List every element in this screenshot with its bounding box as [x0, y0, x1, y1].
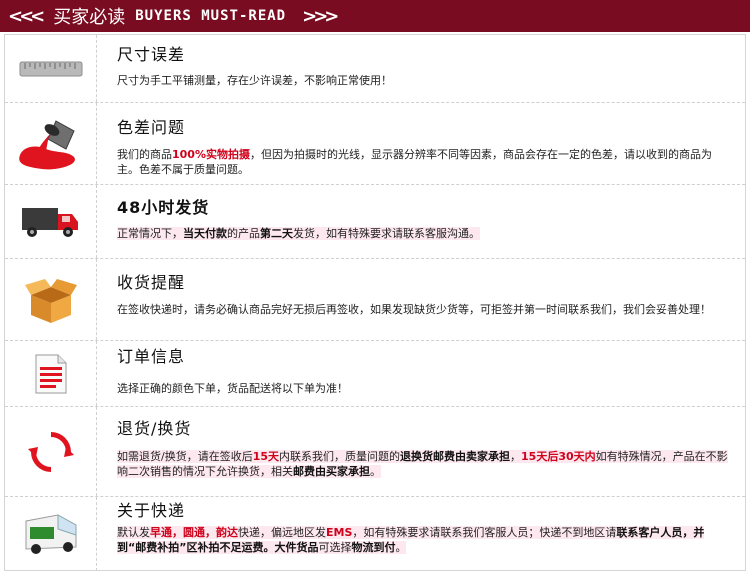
highlight-courier-companies: 早通，圆通，韵达 [150, 526, 238, 539]
highlight-buyer-pays: 邮费由买家承担 [293, 465, 370, 478]
text-segment: 快递，偏远地区发 [238, 526, 326, 539]
highlight-15-days: 15天 [252, 450, 280, 463]
delivery-truck-icon [21, 207, 78, 237]
icon-cell [5, 341, 97, 406]
text-segment: ， [510, 450, 522, 463]
header-banner: <<< 买家必读 BUYERS MUST-READ >>> [0, 0, 750, 32]
highlight-next-day: 第二天 [260, 227, 293, 240]
section-title: 订单信息 [117, 347, 186, 366]
section-title: 尺寸误差 [117, 45, 186, 64]
double-chevron-right-icon: >>> [302, 5, 339, 27]
section-content: 色差问题 我们的商品100%实物拍摄，但因为拍摄时的光线，显示器分辨率不同等因素… [117, 103, 731, 177]
highlight-real-photo: 100%实物拍摄 [172, 148, 250, 161]
text-segment: 。 [395, 541, 407, 554]
banner-subtitle: BUYERS MUST-READ [135, 8, 287, 24]
ruler-icon [19, 61, 82, 76]
icon-cell [5, 35, 97, 102]
banner-title: 买家必读 [53, 7, 126, 28]
section-title: 收货提醒 [117, 273, 186, 292]
section-content: 48小时发货 正常情况下，当天付款的产品第二天发货，如有特殊要求请联系客服沟通。 [117, 185, 731, 241]
section-courier-info: 关于快递 默认发早通，圆通，韵达快递，偏远地区发EMS，如有特殊要求请联系我们客… [5, 497, 745, 571]
section-color-difference: 色差问题 我们的商品100%实物拍摄，但因为拍摄时的光线，显示器分辨率不同等因素… [5, 103, 745, 185]
section-title: 退货/换货 [117, 419, 192, 438]
text-segment: 的产品 [227, 227, 260, 240]
text-segment: 可选择 [318, 541, 352, 554]
text-segment: 我们的商品 [117, 148, 172, 161]
highlight-band: 默认发早通，圆通，韵达快递，偏远地区发EMS，如有特殊要求请联系我们客服人员；快… [117, 526, 705, 554]
text-segment: 发货，如有特殊要求请联系客服沟通。 [293, 227, 480, 240]
section-content: 关于快递 默认发早通，圆通，韵达快递，偏远地区发EMS，如有特殊要求请联系我们客… [117, 497, 731, 555]
text-segment: 默认发 [117, 526, 150, 539]
highlight-15-to-30-days: 15天后30天内 [521, 450, 596, 463]
section-text: 我们的商品100%实物拍摄，但因为拍摄时的光线，显示器分辨率不同等因素，商品会存… [117, 147, 731, 177]
text-segment: ，如有特殊要求请联系我们客服人员；快递不到地区请 [352, 526, 617, 539]
highlight-freight-collect: 物流到付 [351, 541, 396, 554]
section-receipt-reminder: 收货提醒 在签收快递时，请务必确认商品完好无损后再签收，如果发现缺货少货等，可拒… [5, 259, 745, 341]
text-segment: 。 [370, 465, 381, 478]
highlight-same-day-payment: 当天付款 [183, 227, 227, 240]
exchange-arrows-icon [27, 431, 74, 472]
icon-cell [5, 185, 97, 258]
icon-cell [5, 103, 97, 184]
highlight-band: 如需退货/换货，请在签收后15天内联系我们，质量问题的退换货邮费由卖家承担，15… [117, 450, 728, 478]
notice-list: 尺寸误差 尺寸为手工平铺测量，存在少许误差，不影响正常使用！ 色差问题 我们的商… [4, 34, 746, 571]
section-content: 尺寸误差 尺寸为手工平铺测量，存在少许误差，不影响正常使用！ [117, 35, 731, 88]
courier-van-icon [25, 514, 76, 554]
icon-cell [5, 497, 97, 571]
text-segment: 如需退货/换货，请在签收后 [117, 450, 253, 463]
section-title: 关于快递 [117, 501, 186, 520]
open-box-icon [24, 278, 77, 323]
highlight-ems: EMS [326, 526, 353, 539]
section-title: 色差问题 [117, 118, 186, 137]
section-text: 尺寸为手工平铺测量，存在少许误差，不影响正常使用！ [117, 74, 392, 87]
section-48h-shipping: 48小时发货 正常情况下，当天付款的产品第二天发货，如有特殊要求请联系客服沟通。 [5, 185, 745, 259]
highlight-band: 正常情况下，当天付款的产品第二天发货，如有特殊要求请联系客服沟通。 [117, 227, 480, 240]
icon-cell [5, 407, 97, 496]
section-content: 订单信息 选择正确的颜色下单，货品配送将以下单为准！ [117, 341, 731, 396]
section-content: 收货提醒 在签收快递时，请务必确认商品完好无损后再签收，如果发现缺货少货等，可拒… [117, 259, 731, 317]
section-size-error: 尺寸误差 尺寸为手工平铺测量，存在少许误差，不影响正常使用！ [5, 35, 745, 103]
icon-cell [5, 259, 97, 340]
section-text: 默认发早通，圆通，韵达快递，偏远地区发EMS，如有特殊要求请联系我们客服人员；快… [117, 525, 731, 555]
double-chevron-left-icon: <<< [8, 5, 45, 27]
section-return-exchange: 退货/换货 如需退货/换货，请在签收后15天内联系我们，质量问题的退换货邮费由卖… [5, 407, 745, 497]
section-text: 选择正确的颜色下单，货品配送将以下单为准！ [117, 382, 348, 395]
section-order-info: 订单信息 选择正确的颜色下单，货品配送将以下单为准！ [5, 341, 745, 407]
section-text: 在签收快递时，请务必确认商品完好无损后再签收，如果发现缺货少货等，可拒签并第一时… [117, 303, 711, 316]
text-segment: 正常情况下， [117, 227, 183, 240]
highlight-seller-pays: 退换货邮费由卖家承担 [400, 450, 511, 463]
text-segment: 内联系我们，质量问题的 [279, 450, 401, 463]
section-text: 正常情况下，当天付款的产品第二天发货，如有特殊要求请联系客服沟通。 [117, 226, 731, 241]
order-document-icon [35, 354, 66, 393]
section-title: 48小时发货 [117, 198, 210, 217]
section-text: 如需退货/换货，请在签收后15天内联系我们，质量问题的退换货邮费由卖家承担，15… [117, 449, 731, 479]
paint-can-icon [18, 119, 75, 169]
section-content: 退货/换货 如需退货/换货，请在签收后15天内联系我们，质量问题的退换货邮费由卖… [117, 407, 731, 479]
